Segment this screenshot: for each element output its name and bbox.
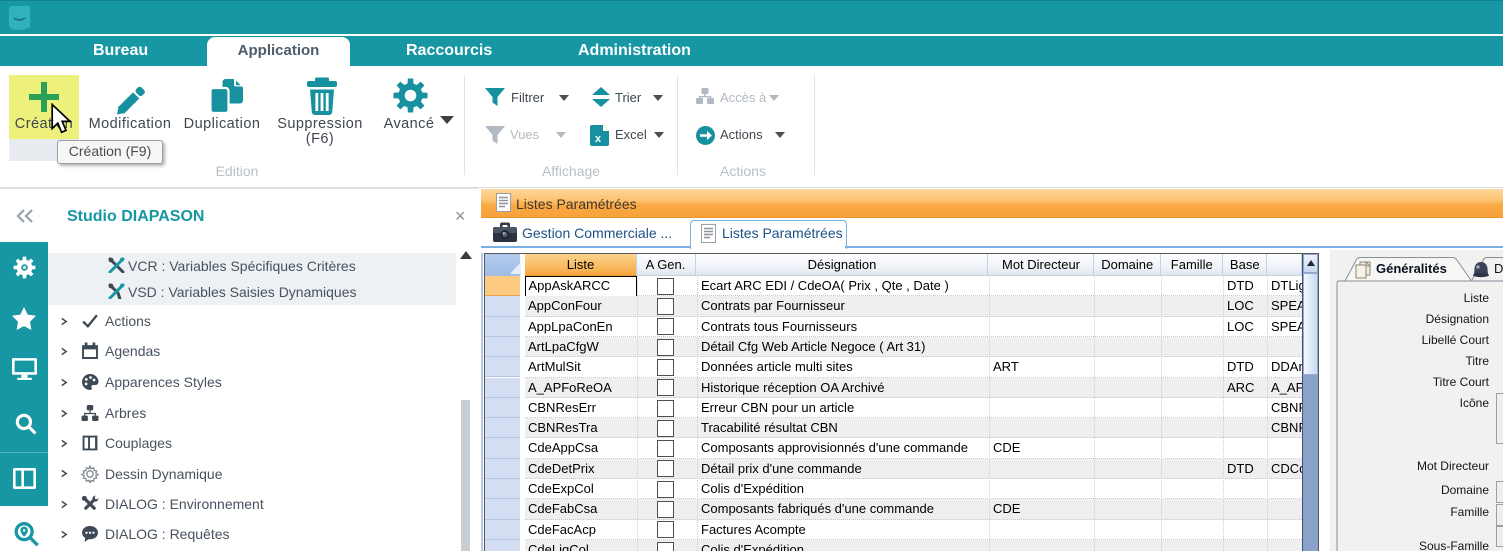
- svg-text:x: x: [595, 133, 602, 145]
